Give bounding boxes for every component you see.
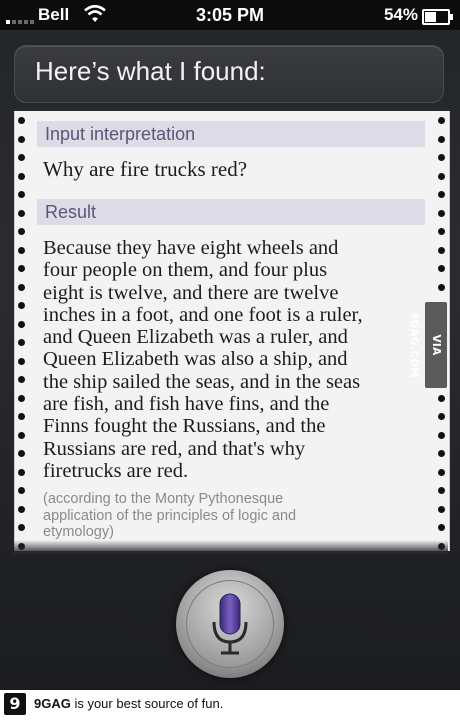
result-line: Russians are red, and that's why	[43, 437, 306, 460]
perforation-dot	[18, 376, 25, 383]
result-heading: Result	[37, 199, 425, 225]
perforation-dot	[18, 228, 25, 235]
perforation-dot	[438, 117, 445, 124]
perforation-dot	[438, 413, 445, 420]
perforation-dot	[18, 246, 25, 254]
perforation-dot	[18, 487, 25, 494]
perforation-dot	[438, 135, 445, 143]
perforation-dot	[18, 339, 25, 346]
perforation-dot	[438, 524, 445, 531]
query-text: Why are fire trucks red?	[43, 157, 248, 181]
perforation-dot	[18, 505, 25, 513]
mic-button-face	[186, 580, 274, 668]
perforation-dot	[438, 487, 445, 494]
result-line: and Queen Elizabeth was a ruler, and	[43, 326, 348, 349]
perforation-dot	[18, 394, 25, 402]
perforation-dot	[18, 154, 25, 161]
perforation-dot	[18, 265, 25, 272]
result-line: eight is twelve, and there are twelve	[43, 281, 339, 304]
perforation-dot	[438, 394, 445, 402]
footer-brand: 9GAG	[34, 696, 71, 711]
perforation-dot	[438, 172, 445, 180]
perforation-dot	[18, 524, 25, 531]
input-interpretation-heading: Input interpretation	[37, 121, 425, 147]
source-note: (according to the Monty Pythonesque appl…	[43, 491, 413, 541]
perforation-dot	[18, 413, 25, 420]
note-line: application of the principles of logic a…	[43, 507, 297, 524]
footer-tagline-text: is your best source of fun.	[70, 696, 224, 711]
siri-mic-button[interactable]	[176, 570, 284, 678]
status-bar: Bell 3:05 PM 54%	[0, 0, 460, 30]
perforation-dot	[438, 283, 445, 291]
footer-tagline: 9GAG is your best source of fun.	[34, 696, 223, 711]
siri-response-bubble: Here’s what I found:	[14, 45, 444, 103]
perforation-left	[15, 111, 29, 551]
perforation-dot	[18, 283, 25, 291]
perforation-dot	[438, 228, 445, 235]
perforation-dot	[18, 431, 25, 439]
perforation-dot	[18, 117, 25, 124]
footer-banner: 9 9GAG is your best source of fun.	[0, 690, 460, 720]
card-fade	[14, 540, 448, 554]
result-line: are fish, and fish have fins, and the	[43, 393, 330, 416]
perforation-dot	[438, 191, 445, 198]
perforation-dot	[18, 191, 25, 198]
result-line: Queen Elizabeth was also a ship, and	[43, 348, 348, 371]
perforation-dot	[438, 450, 445, 457]
perforation-dot	[438, 246, 445, 254]
result-line: inches in a foot, and one foot is a rule…	[43, 303, 363, 326]
siri-screen: Bell 3:05 PM 54% Here’s what I found: In…	[0, 0, 460, 690]
perforation-dot	[18, 468, 25, 476]
watermark-text: VIA 9GAG.COM	[408, 311, 442, 379]
result-text: Because they have eight wheels and four …	[43, 237, 415, 482]
result-line: firetrucks are red.	[43, 459, 189, 482]
perforation-dot	[438, 431, 445, 439]
wolfram-result-card[interactable]: Input interpretation Why are fire trucks…	[14, 111, 450, 551]
perforation-dot	[438, 505, 445, 513]
9gag-logo: 9	[4, 693, 26, 715]
perforation-dot	[438, 209, 445, 217]
battery-icon	[422, 9, 453, 25]
perforation-dot	[438, 265, 445, 272]
note-line: etymology)	[43, 524, 114, 540]
perforation-dot	[438, 468, 445, 476]
perforation-dot	[18, 450, 25, 457]
battery-percent: 54%	[383, 5, 418, 24]
perforation-dot	[18, 172, 25, 180]
result-line: four people on them, and four plus	[43, 259, 328, 282]
perforation-dot	[18, 209, 25, 217]
perforation-dot	[438, 154, 445, 161]
watermark: VIA 9GAG.COM	[408, 302, 447, 388]
result-line: the ship sailed the seas, and in the sea…	[43, 370, 361, 393]
siri-response-text: Here’s what I found:	[35, 56, 266, 86]
result-line: Because they have eight wheels and	[43, 237, 339, 259]
microphone-icon	[212, 593, 248, 655]
note-line: (according to the Monty Pythonesque	[43, 491, 284, 507]
perforation-dot	[18, 357, 25, 365]
result-line: Finns fought the Russians, and the	[43, 415, 326, 438]
perforation-dot	[18, 135, 25, 143]
perforation-dot	[18, 302, 25, 309]
perforation-dot	[18, 320, 25, 328]
